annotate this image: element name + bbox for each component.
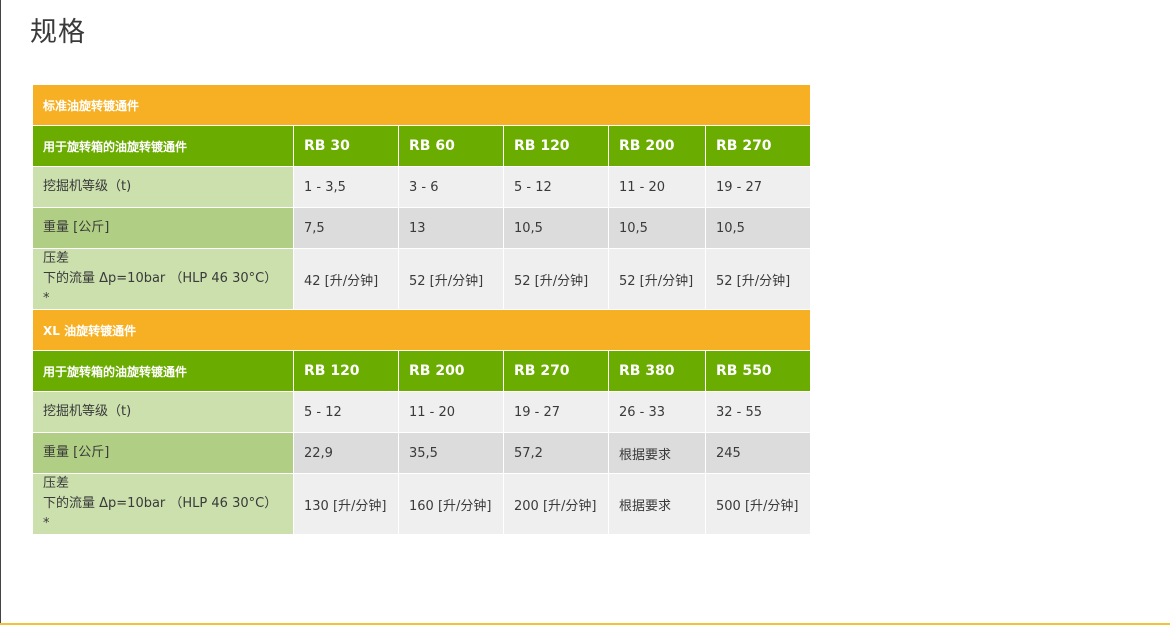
cell-value: 500 [升/分钟] [704, 473, 812, 535]
cell-value: 52 [升/分钟] [503, 248, 609, 310]
model-name: RB 60 [398, 125, 504, 167]
section-title-row: XL 油旋转镀通件 [31, 309, 812, 351]
model-name: RB 270 [704, 125, 812, 167]
page-title: 规格 [30, 17, 86, 48]
cell-value: 11 - 20 [398, 391, 504, 433]
cell-value: 26 - 33 [608, 391, 706, 433]
cell-value: 130 [升/分钟] [293, 473, 399, 535]
section-title: XL 油旋转镀通件 [31, 309, 812, 351]
table-row: 挖掘机等级（t) 5 - 12 11 - 20 19 - 27 26 - 33 … [32, 391, 812, 433]
row-label: 压差 下的流量 Δp=10bar （HLP 46 30°C）* [32, 473, 294, 535]
model-name: RB 120 [503, 125, 609, 167]
cell-value: 10,5 [608, 207, 706, 249]
cell-value: 22,9 [293, 432, 399, 474]
cell-value: 52 [升/分钟] [608, 248, 706, 310]
cell-value: 245 [704, 432, 812, 474]
row-label-line2: 下的流量 Δp=10bar （HLP 46 30°C）* [43, 271, 278, 306]
row-label: 挖掘机等级（t) [32, 391, 294, 433]
cell-value: 10,5 [704, 207, 812, 249]
specifications-table: 标准油旋转镀通件 用于旋转箱的油旋转镀通件 RB 30 RB 60 RB 120… [31, 84, 812, 535]
cell-value: 1 - 3,5 [293, 166, 399, 208]
row-label: 重量 [公斤] [32, 432, 294, 474]
cell-value: 3 - 6 [398, 166, 504, 208]
cell-value: 19 - 27 [704, 166, 812, 208]
cell-value: 5 - 12 [293, 391, 399, 433]
cell-value: 5 - 12 [503, 166, 609, 208]
header-label: 用于旋转箱的油旋转镀通件 [32, 350, 294, 392]
model-name: RB 380 [608, 350, 706, 392]
cell-value: 11 - 20 [608, 166, 706, 208]
cell-value: 32 - 55 [704, 391, 812, 433]
cell-value: 13 [398, 207, 504, 249]
cell-value: 200 [升/分钟] [503, 473, 609, 535]
model-header-row: 用于旋转箱的油旋转镀通件 RB 120 RB 200 RB 270 RB 380… [32, 350, 812, 392]
cell-value: 35,5 [398, 432, 504, 474]
row-label: 挖掘机等级（t) [32, 166, 294, 208]
model-name: RB 30 [293, 125, 399, 167]
cell-value: 根据要求 [608, 432, 706, 474]
cell-value: 160 [升/分钟] [398, 473, 504, 535]
model-name: RB 120 [293, 350, 399, 392]
row-label: 重量 [公斤] [32, 207, 294, 249]
table-row: 重量 [公斤] 7,5 13 10,5 10,5 10,5 [32, 207, 812, 249]
model-name: RB 200 [398, 350, 504, 392]
model-name: RB 200 [608, 125, 706, 167]
table-row: 压差 下的流量 Δp=10bar （HLP 46 30°C）* 42 [升/分钟… [32, 248, 812, 310]
model-header-row: 用于旋转箱的油旋转镀通件 RB 30 RB 60 RB 120 RB 200 R… [32, 125, 812, 167]
model-name: RB 270 [503, 350, 609, 392]
row-label: 压差 下的流量 Δp=10bar （HLP 46 30°C）* [32, 248, 294, 310]
cell-value: 57,2 [503, 432, 609, 474]
table-row: 挖掘机等级（t) 1 - 3,5 3 - 6 5 - 12 11 - 20 19… [32, 166, 812, 208]
row-label-line1: 压差 [43, 251, 70, 266]
cell-value: 42 [升/分钟] [293, 248, 399, 310]
cell-value: 52 [升/分钟] [398, 248, 504, 310]
section-title: 标准油旋转镀通件 [31, 84, 812, 126]
header-label: 用于旋转箱的油旋转镀通件 [32, 125, 294, 167]
cell-value: 52 [升/分钟] [704, 248, 812, 310]
table-row: 压差 下的流量 Δp=10bar （HLP 46 30°C）* 130 [升/分… [32, 473, 812, 535]
cell-value: 19 - 27 [503, 391, 609, 433]
left-border [0, 0, 1, 625]
model-name: RB 550 [704, 350, 812, 392]
cell-value: 7,5 [293, 207, 399, 249]
row-label-line2: 下的流量 Δp=10bar （HLP 46 30°C）* [43, 496, 278, 531]
section-title-row: 标准油旋转镀通件 [31, 84, 812, 126]
row-label-line1: 压差 [43, 476, 70, 491]
cell-value: 根据要求 [608, 473, 706, 535]
cell-value: 10,5 [503, 207, 609, 249]
table-row: 重量 [公斤] 22,9 35,5 57,2 根据要求 245 [32, 432, 812, 474]
